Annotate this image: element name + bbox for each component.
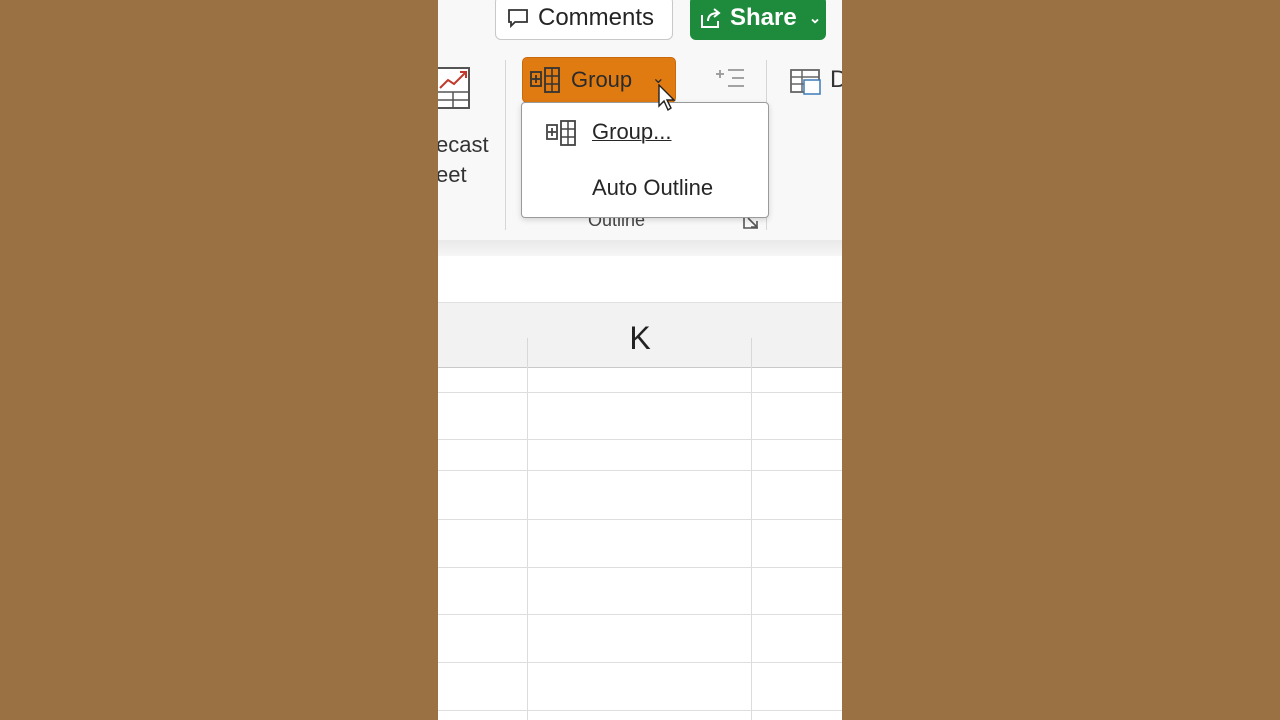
comments-button[interactable]: Comments bbox=[495, 0, 673, 40]
grid-line bbox=[438, 392, 842, 393]
group-icon bbox=[530, 67, 560, 93]
formula-bar-area bbox=[438, 256, 842, 302]
grid-line bbox=[438, 710, 842, 711]
grid-line bbox=[751, 366, 752, 720]
grid-line bbox=[438, 662, 842, 663]
menu-item-label: Auto Outline bbox=[592, 175, 714, 200]
grid-line bbox=[527, 366, 528, 720]
group-dropdown-menu: Group... Auto Outline bbox=[521, 102, 769, 218]
ribbon-separator bbox=[505, 60, 506, 230]
grid-line bbox=[438, 567, 842, 568]
comments-label: Comments bbox=[538, 4, 655, 31]
excel-window: Comments Share ⌄ ecast eet Group ⌄ D Out… bbox=[438, 0, 842, 720]
comment-icon bbox=[508, 9, 528, 29]
share-button[interactable]: Share ⌄ bbox=[690, 0, 826, 40]
grid-line bbox=[438, 439, 842, 440]
ribbon-shadow bbox=[438, 240, 842, 256]
data-table-icon[interactable] bbox=[790, 66, 822, 96]
data-label[interactable]: D bbox=[830, 66, 842, 94]
menu-item-group[interactable]: Group... bbox=[522, 107, 768, 157]
grid-line bbox=[438, 519, 842, 520]
column-header-k[interactable]: K bbox=[528, 320, 752, 357]
menu-item-auto-outline[interactable]: Auto Outline bbox=[522, 163, 768, 213]
show-detail-icon[interactable] bbox=[714, 66, 746, 90]
mouse-cursor-icon bbox=[658, 84, 676, 112]
group-icon bbox=[546, 120, 576, 146]
share-icon bbox=[701, 8, 721, 28]
grid-line bbox=[438, 614, 842, 615]
forecast-sheet-icon[interactable] bbox=[438, 66, 472, 110]
menu-item-label: Group... bbox=[592, 119, 672, 144]
group-button-label: Group bbox=[571, 67, 633, 92]
share-label: Share bbox=[730, 4, 797, 31]
grid-line bbox=[438, 470, 842, 471]
group-button[interactable]: Group ⌄ bbox=[522, 57, 676, 103]
forecast-sheet-label[interactable]: ecast eet bbox=[438, 130, 489, 190]
chevron-down-icon[interactable]: ⌄ bbox=[809, 9, 822, 27]
